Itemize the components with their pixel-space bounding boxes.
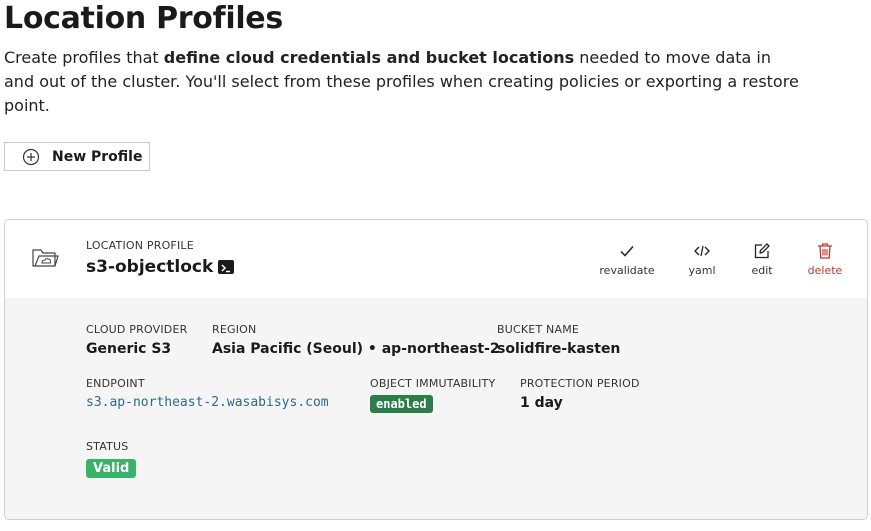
endpoint-label: ENDPOINT [86, 377, 145, 390]
revalidate-label: revalidate [599, 264, 655, 277]
profile-card: LOCATION PROFILE s3-objectlock revalidat… [4, 219, 868, 520]
page-title: Location Profiles [4, 1, 283, 36]
yaml-button[interactable]: yaml [685, 242, 719, 277]
page-description: Create profiles that define cloud creden… [4, 48, 799, 115]
edit-icon [754, 243, 770, 259]
terminal-icon[interactable] [218, 260, 234, 274]
trash-icon [818, 243, 832, 259]
protection-period-label: PROTECTION PERIOD [520, 377, 640, 390]
immutability-badge: enabled [370, 395, 433, 413]
profile-card-header: LOCATION PROFILE s3-objectlock revalidat… [5, 220, 867, 298]
cloud-provider-value: Generic S3 [86, 341, 172, 357]
plus-circle-icon [22, 148, 40, 165]
region-label: REGION [212, 323, 257, 336]
cloud-provider-label: CLOUD PROVIDER [86, 323, 188, 336]
edit-label: edit [751, 264, 773, 277]
check-icon [620, 246, 634, 257]
status-label: STATUS [86, 440, 129, 453]
revalidate-button[interactable]: revalidate [599, 242, 655, 277]
bucket-name-label: BUCKET NAME [497, 323, 580, 336]
code-icon [694, 245, 710, 257]
bucket-name-value: solidfire-kasten [497, 341, 621, 357]
edit-button[interactable]: edit [747, 242, 777, 277]
profile-type-label: LOCATION PROFILE [86, 239, 194, 252]
object-immutability-label: OBJECT IMMUTABILITY [370, 377, 496, 390]
new-profile-label: New Profile [52, 148, 143, 165]
folder-cloud-icon [32, 249, 59, 267]
status-badge: Valid [86, 459, 137, 478]
region-value: Asia Pacific (Seoul) • ap-northeast-2 [212, 341, 500, 357]
profile-name: s3-objectlock [86, 257, 214, 277]
new-profile-button[interactable]: New Profile [4, 142, 150, 171]
delete-button[interactable]: delete [805, 242, 845, 277]
yaml-label: yaml [688, 264, 716, 277]
protection-period-value: 1 day [520, 395, 563, 411]
endpoint-value: s3.ap-northeast-2.wasabisys.com [86, 395, 329, 410]
delete-label: delete [807, 264, 843, 277]
